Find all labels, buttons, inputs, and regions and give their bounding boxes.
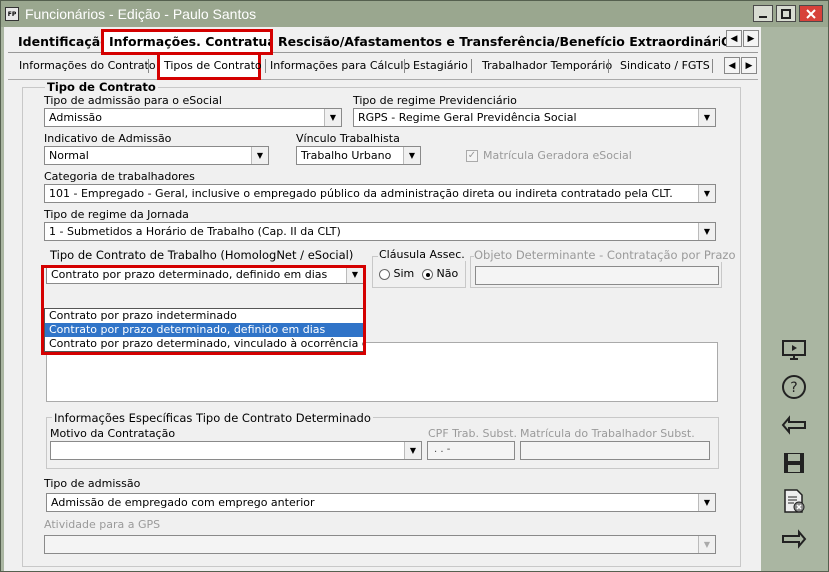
tab-trabalhador-temporario[interactable]: Trabalhador Temporário [482, 57, 612, 77]
admissao-esocial-select[interactable]: Admissão ▼ [44, 108, 342, 127]
chevron-down-icon: ▼ [698, 109, 715, 126]
det-group-title: Informações Específicas Tipo de Contrato… [52, 411, 373, 425]
action-sidebar: ? [762, 27, 828, 571]
app-icon: FP [5, 7, 19, 21]
regime-prev-select[interactable]: RGPS - Regime Geral Previdência Social ▼ [353, 108, 716, 127]
clausula-nao-option[interactable]: Não [422, 267, 458, 280]
admissao-esocial-label: Tipo de admissão para o eSocial [44, 94, 222, 107]
chevron-down-icon: ▼ [324, 109, 341, 126]
jornada-select[interactable]: 1 - Submetidos a Horário de Trabalho (Ca… [44, 222, 716, 241]
main-window: FP Funcionários - Edição - Paulo Santos … [0, 0, 829, 572]
subtabs-next-button[interactable]: ▶ [741, 57, 757, 74]
window-title: Funcionários - Edição - Paulo Santos [25, 6, 257, 22]
maximize-button[interactable] [776, 5, 796, 22]
close-button[interactable] [799, 5, 823, 22]
tab-identificacao[interactable]: Identificação [14, 31, 102, 53]
back-arrow-icon[interactable] [780, 411, 808, 439]
tabs-prev-button[interactable]: ◀ [726, 30, 742, 47]
clausula-label: Cláusula Assec. [378, 248, 466, 261]
tab-sindicato-fgts[interactable]: Sindicato / FGTS [620, 57, 710, 77]
delete-document-icon[interactable] [780, 487, 808, 515]
matricula-label: Matrícula Geradora eSocial [483, 149, 632, 162]
atividade-label: Atividade para a GPS [44, 518, 161, 531]
objeto-label: Objeto Determinante - Contratação por Pr… [474, 248, 736, 262]
highlight-box [41, 265, 366, 355]
main-tabs: Identificação Informações. Contratuais R… [8, 29, 759, 55]
subtabs-prev-button[interactable]: ◀ [724, 57, 740, 74]
indicativo-label: Indicativo de Admissão [44, 132, 172, 145]
chevron-down-icon: ▼ [698, 223, 715, 240]
minimize-button[interactable] [753, 5, 773, 22]
save-icon[interactable] [780, 449, 808, 477]
motivo-label: Motivo da Contratação [50, 427, 176, 440]
tipo-admissao-label: Tipo de admissão [44, 477, 141, 490]
motivo-select[interactable]: ▼ [50, 441, 422, 460]
chevron-down-icon: ▼ [403, 147, 420, 164]
categoria-label: Categoria de trabalhadores [44, 170, 195, 183]
title-bar: FP Funcionários - Edição - Paulo Santos [1, 1, 828, 27]
regime-prev-label: Tipo de regime Previdenciário [353, 94, 517, 107]
svg-text:?: ? [790, 380, 797, 396]
jornada-label: Tipo de regime da Jornada [44, 208, 189, 221]
chevron-down-icon: ▼ [698, 494, 715, 511]
maximize-icon [781, 8, 791, 19]
cpf-field[interactable]: . . - [427, 441, 515, 460]
tab-informacoes-contrato[interactable]: Informações do Contrato [19, 57, 156, 77]
clausula-sim-option[interactable]: Sim [379, 267, 414, 280]
chevron-down-icon: ▼ [404, 442, 421, 459]
help-icon[interactable]: ? [780, 373, 808, 401]
matricula-checkbox[interactable]: ✓ [466, 150, 478, 162]
chevron-down-icon: ▼ [251, 147, 268, 164]
categoria-select[interactable]: 101 - Empregado - Geral, inclusive o emp… [44, 184, 716, 203]
atividade-select[interactable]: ▼ [44, 535, 716, 554]
tab-estagiario[interactable]: Estagiário [413, 57, 468, 77]
tab-rescisao[interactable]: Rescisão/Afastamentos e Transferência/Be… [274, 31, 720, 53]
forward-arrow-icon[interactable] [780, 525, 808, 553]
objeto-field[interactable] [475, 266, 719, 285]
minimize-icon [759, 15, 767, 18]
monitor-icon[interactable] [780, 336, 808, 364]
cpf-label: CPF Trab. Subst. [428, 427, 517, 440]
matricula-subst-label: Matrícula do Trabalhador Subst. [520, 427, 695, 440]
vinculo-select[interactable]: Trabalho Urbano ▼ [296, 146, 421, 165]
close-icon [806, 8, 816, 19]
matricula-subst-field[interactable] [520, 441, 710, 460]
sub-tabs: Informações do Contrato Tipos de Contrat… [8, 52, 758, 80]
chevron-down-icon: ▼ [698, 185, 715, 202]
tipo-contrato-label: Tipo de Contrato de Trabalho (HomologNet… [50, 248, 354, 262]
tabs-next-button[interactable]: ▶ [743, 30, 759, 47]
tab-tipos-contrato[interactable]: Tipos de Contrato [157, 52, 262, 80]
tab-informacoes-calculo[interactable]: Informações para Cálculo [270, 57, 410, 77]
tipo-admissao-select[interactable]: Admissão de empregado com emprego anteri… [46, 493, 716, 512]
group-title: Tipo de Contrato [45, 80, 158, 94]
chevron-down-icon: ▼ [698, 536, 715, 553]
indicativo-select[interactable]: Normal ▼ [44, 146, 269, 165]
vinculo-label: Vínculo Trabalhista [296, 132, 400, 145]
